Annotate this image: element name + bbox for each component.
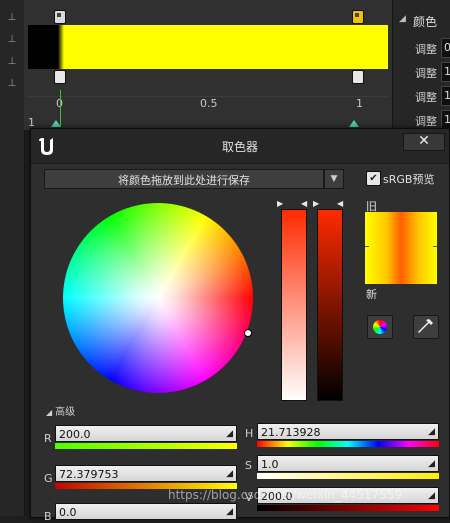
advanced-section-toggle[interactable]: ◢ 高级: [46, 403, 75, 418]
b-value: 0.0: [59, 506, 77, 519]
eyedropper-button[interactable]: [413, 315, 439, 339]
tick-label: 0.5: [200, 97, 218, 110]
details-category-header[interactable]: ◢ 颜色: [393, 8, 450, 32]
color-wheel-icon: [373, 320, 387, 334]
g-value: 72.379753: [59, 468, 119, 481]
saturation-slider-handle[interactable]: ▶ ◀: [277, 199, 307, 209]
s-value: 1.0: [261, 458, 279, 471]
keyframe-marker[interactable]: [349, 120, 359, 127]
detail-row: 调整 1: [393, 62, 450, 82]
h-value-field[interactable]: 21.713928 ◢: [257, 423, 439, 440]
collapse-arrow-icon: ◢: [46, 408, 53, 417]
resize-grip-icon: ◢: [428, 427, 435, 437]
gradient-stop-bottom-left[interactable]: [54, 70, 66, 84]
b-value-field[interactable]: 0.0 ◢: [55, 503, 237, 520]
gradient-bar[interactable]: [28, 25, 388, 69]
gradient-stop-top-right[interactable]: [352, 10, 364, 24]
detail-row: 调整 1: [393, 110, 450, 130]
r-gradient-bar[interactable]: [55, 443, 237, 449]
value-slider-handle[interactable]: ▶ ◀: [313, 199, 343, 209]
h-label: H: [245, 427, 254, 440]
gradient-stop-bottom-right[interactable]: [352, 70, 364, 84]
h-value: 21.713928: [261, 426, 321, 439]
detail-row: 调整 1: [393, 86, 450, 106]
color-wheel-selector[interactable]: [244, 329, 252, 337]
row-value-field[interactable]: 1: [441, 110, 450, 130]
value-slider[interactable]: [317, 209, 343, 401]
detail-row: 调整 0: [393, 38, 450, 58]
new-color-label: 新: [366, 288, 377, 301]
pin-icon[interactable]: ⊥: [6, 12, 18, 24]
left-gutter: ⊥ ⊥ ⊥ ⊥: [0, 0, 25, 516]
row-value-field[interactable]: 1: [441, 62, 450, 82]
resize-grip-icon: ◢: [226, 469, 233, 479]
resize-grip-icon: ◢: [428, 459, 435, 469]
chevron-down-icon[interactable]: ▼: [324, 169, 344, 189]
pin-icon[interactable]: ⊥: [6, 56, 18, 68]
saturation-slider[interactable]: [281, 209, 307, 401]
resize-grip-icon: ◢: [226, 507, 233, 517]
title-bar[interactable]: 取色器 ✕: [31, 129, 449, 164]
time-ruler: 0 0.5 1: [28, 96, 388, 127]
save-drop-text: 将颜色拖放到此处进行保存: [118, 174, 250, 187]
srgb-preview-checkbox[interactable]: ✔: [366, 171, 381, 186]
color-swatch-preview: [365, 212, 437, 284]
gradient-stop-top-left[interactable]: [54, 10, 66, 24]
color-wheel[interactable]: [63, 203, 253, 393]
pin-icon[interactable]: ⊥: [6, 78, 18, 90]
close-button[interactable]: ✕: [403, 133, 445, 151]
srgb-preview-label: sRGB预览: [383, 173, 435, 186]
resize-grip-icon: ◢: [428, 491, 435, 501]
s-label: S: [245, 459, 252, 472]
gradient-editor: 0 0.5 1: [24, 0, 392, 130]
s-value-field[interactable]: 1.0 ◢: [257, 455, 439, 472]
tick-label: 1: [356, 97, 363, 110]
row-label: 调整: [415, 115, 437, 128]
r-value-field[interactable]: 200.0 ◢: [55, 425, 237, 442]
gradient-black-segment: [28, 25, 58, 69]
row-value-field[interactable]: 0: [441, 38, 450, 58]
r-value: 200.0: [59, 428, 91, 441]
gradient-yellow-segment: [64, 25, 388, 69]
row-label: 调整: [415, 43, 437, 56]
watermark-text: https://blog.csdn.net/weixin_44517559: [168, 488, 403, 502]
eyedropper-icon: [418, 319, 433, 333]
b-label: B: [44, 510, 52, 523]
advanced-label: 高级: [55, 407, 76, 418]
h-gradient-bar[interactable]: [257, 441, 439, 447]
pin-icon[interactable]: ⊥: [6, 34, 18, 46]
row-value-field[interactable]: 1: [441, 86, 450, 106]
row-label: 调整: [415, 67, 437, 80]
keyframe-marker[interactable]: [51, 120, 61, 127]
resize-grip-icon: ◢: [226, 429, 233, 439]
category-label: 颜色: [413, 15, 438, 29]
g-value-field[interactable]: 72.379753 ◢: [55, 465, 237, 482]
window-title: 取色器: [221, 140, 258, 154]
collapse-arrow-icon: ◢: [399, 14, 406, 24]
s-gradient-bar[interactable]: [257, 473, 439, 479]
v-gradient-bar[interactable]: [257, 505, 439, 511]
color-picker-window: 取色器 ✕ 将颜色拖放到此处进行保存 ▼ ✔ sRGB预览 ▶ ◀ ▶ ◀ 旧 新 …: [30, 128, 450, 523]
save-color-drop-zone[interactable]: 将颜色拖放到此处进行保存: [44, 169, 324, 189]
color-wheel-mode-button[interactable]: [367, 315, 393, 339]
row-label: 调整: [415, 91, 437, 104]
g-label: G: [44, 472, 53, 485]
r-label: R: [44, 432, 52, 445]
